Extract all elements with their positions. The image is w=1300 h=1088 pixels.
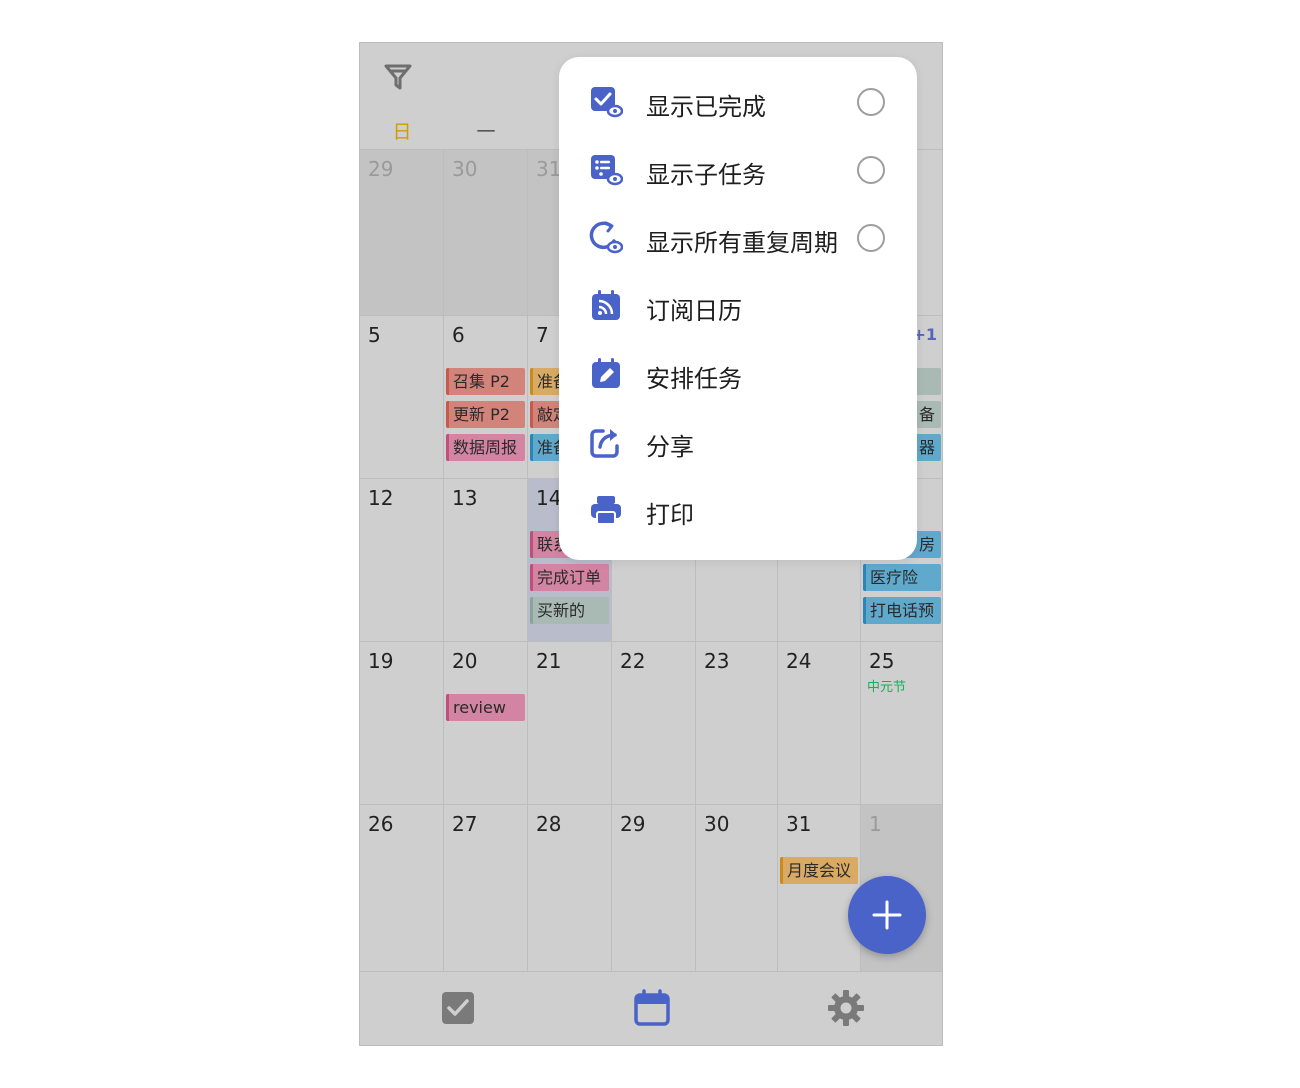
day-number: 14 — [536, 486, 562, 510]
day-cell[interactable]: 26 — [360, 804, 444, 971]
menu-label: 显示已完成 — [646, 93, 766, 121]
menu-item-show-subtasks[interactable]: 显示子任务 — [559, 137, 917, 205]
completed-eye-icon — [591, 87, 623, 118]
calendar-event[interactable]: 召集 P2 — [446, 368, 525, 395]
tab-calendar[interactable] — [632, 988, 672, 1028]
menu-item-subscribe-calendar[interactable]: 订阅日历 — [559, 273, 917, 341]
menu-label: 显示子任务 — [646, 161, 766, 189]
task-check-icon — [442, 992, 474, 1024]
day-cell[interactable]: 19 — [360, 641, 444, 804]
calendar-event[interactable]: 数据周报 — [446, 434, 525, 461]
day-cell[interactable]: 12 — [360, 478, 444, 641]
menu-label: 显示所有重复周期 — [646, 229, 838, 257]
print-icon — [591, 496, 621, 525]
menu-item-print[interactable]: 打印 — [559, 477, 917, 545]
menu-label: 打印 — [646, 501, 694, 529]
tab-settings[interactable] — [826, 988, 866, 1028]
day-number: 27 — [452, 812, 478, 836]
calendar-event[interactable]: 医疗险 — [863, 564, 941, 591]
options-menu: 显示已完成 显示子任务 显示所有重复周期 订阅日历 安排任务 分享 打印 — [559, 57, 917, 560]
calendar-event[interactable]: 买新的 — [530, 597, 609, 624]
day-number: 31 — [536, 157, 562, 181]
weekday-sunday: 日 — [392, 121, 412, 143]
menu-item-show-all-repeats[interactable]: 显示所有重复周期 — [559, 205, 917, 273]
day-number: 31 — [786, 812, 812, 836]
day-number: 5 — [368, 323, 381, 347]
day-cell[interactable]: 29 — [360, 149, 444, 315]
calendar-event[interactable]: 完成订单 — [530, 564, 609, 591]
day-number: 12 — [368, 486, 394, 510]
day-cell[interactable]: 29 — [612, 804, 696, 971]
day-cell[interactable]: 23 — [696, 641, 778, 804]
day-number: 20 — [452, 649, 478, 673]
subtask-eye-icon — [591, 155, 623, 186]
day-number: 30 — [704, 812, 730, 836]
day-number: 19 — [368, 649, 394, 673]
repeat-eye-icon — [589, 221, 623, 254]
subscribe-calendar-icon — [592, 290, 620, 320]
day-number: 1 — [869, 812, 882, 836]
day-number: 26 — [368, 812, 394, 836]
day-cell[interactable]: 22 — [612, 641, 696, 804]
schedule-task-icon — [592, 358, 620, 388]
day-number: 25 — [869, 649, 895, 673]
menu-item-share[interactable]: 分享 — [559, 409, 917, 477]
toggle-radio[interactable] — [857, 224, 885, 252]
day-cell[interactable]: 6 召集 P2 更新 P2 数据周报 — [444, 315, 528, 478]
day-number: 21 — [536, 649, 562, 673]
day-number: 30 — [452, 157, 478, 181]
day-number: 22 — [620, 649, 646, 673]
day-cell[interactable]: 20 review — [444, 641, 528, 804]
tab-tasks[interactable] — [438, 988, 478, 1028]
day-number: 29 — [620, 812, 646, 836]
day-cell[interactable]: 28 — [528, 804, 612, 971]
day-cell[interactable]: 27 — [444, 804, 528, 971]
day-number: 7 — [536, 323, 549, 347]
share-icon — [590, 429, 619, 458]
day-cell[interactable]: 31 月度会议 — [778, 804, 861, 971]
menu-label: 分享 — [646, 433, 694, 461]
day-cell[interactable]: 24 — [778, 641, 861, 804]
calendar-event[interactable]: review — [446, 694, 525, 721]
day-cell[interactable]: 25 中元节 — [861, 641, 942, 804]
day-cell[interactable]: 13 — [444, 478, 528, 641]
menu-label: 订阅日历 — [646, 297, 742, 325]
day-cell[interactable]: 30 — [444, 149, 528, 315]
add-task-button[interactable] — [848, 876, 926, 954]
day-number: 24 — [786, 649, 812, 673]
toggle-radio[interactable] — [857, 88, 885, 116]
calendar-event[interactable]: 打电话预 — [863, 597, 941, 624]
weekday-monday: 一 — [476, 121, 496, 143]
day-cell[interactable]: 30 — [696, 804, 778, 971]
filter-button[interactable] — [382, 61, 414, 93]
calendar-event[interactable]: 更新 P2 — [446, 401, 525, 428]
day-number: 28 — [536, 812, 562, 836]
plus-icon — [872, 900, 902, 930]
settings-gear-icon — [828, 990, 864, 1026]
calendar-event[interactable]: 月度会议 — [780, 857, 858, 884]
holiday-label: 中元节 — [867, 680, 907, 695]
toggle-radio[interactable] — [857, 156, 885, 184]
menu-label: 安排任务 — [646, 365, 742, 393]
filter-icon — [384, 64, 412, 90]
day-cell[interactable]: 5 — [360, 315, 444, 478]
menu-item-show-completed[interactable]: 显示已完成 — [559, 69, 917, 137]
calendar-icon — [634, 989, 670, 1026]
bottom-tab-bar — [360, 971, 942, 1045]
day-number: 29 — [368, 157, 394, 181]
day-number: 13 — [452, 486, 478, 510]
day-number: 6 — [452, 323, 465, 347]
day-cell[interactable]: 21 — [528, 641, 612, 804]
day-number: 23 — [704, 649, 730, 673]
menu-item-schedule-task[interactable]: 安排任务 — [559, 341, 917, 409]
